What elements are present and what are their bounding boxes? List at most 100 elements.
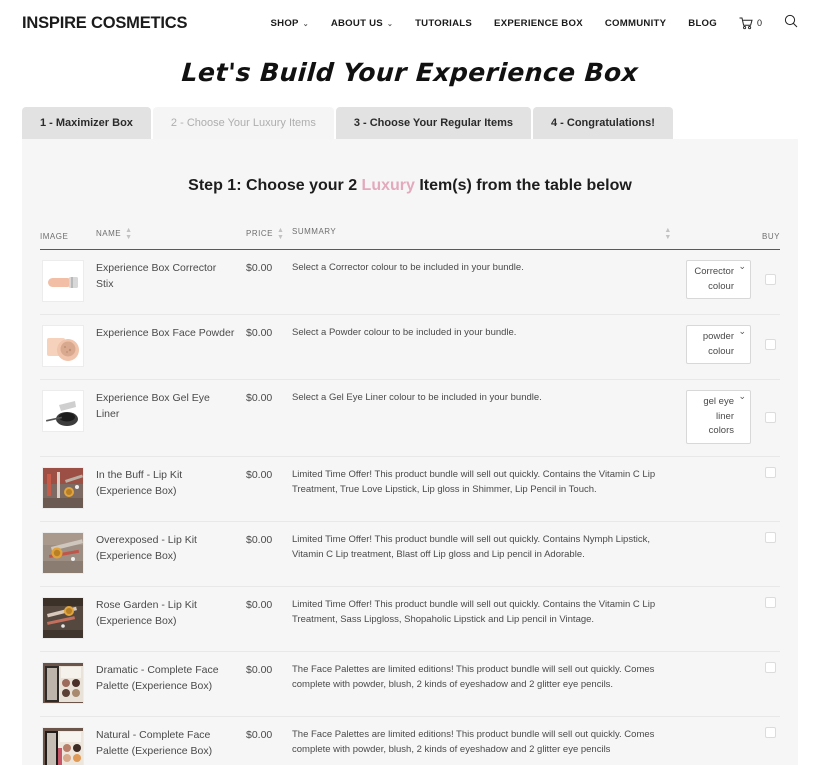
buy-checkbox[interactable] [765, 339, 776, 351]
table-row: Rose Garden - Lip Kit (Experience Box) $0… [40, 587, 780, 652]
nav-item-label: COMMUNITY [604, 17, 667, 29]
buy-checkbox[interactable] [765, 411, 776, 423]
colour-select[interactable]: powder colour [686, 325, 751, 365]
table-row: Experience Box Corrector Stix $0.00 Select… [40, 250, 780, 315]
product-buy-cell: powder colour [686, 315, 780, 380]
buy-checkbox[interactable] [765, 532, 776, 544]
buy-controls: gel eye liner colors [686, 390, 776, 445]
product-name: Rose Garden - Lip Kit (Experience Box) [96, 599, 197, 628]
product-buy-cell [686, 652, 780, 717]
column-header-buy: BUY [686, 227, 780, 250]
step-heading-before: Step 1: Choose your 2 [188, 177, 362, 194]
product-name: Experience Box Gel Eye Liner [96, 392, 210, 421]
product-price: $0.00 [246, 729, 273, 742]
column-header-summary[interactable]: SUMMARY ▲ ▼ [292, 227, 686, 250]
buy-checkbox[interactable] [765, 467, 776, 479]
buy-controls [686, 532, 776, 544]
product-name: Overexposed - Lip Kit (Experience Box) [96, 534, 197, 563]
column-header-name[interactable]: NAME ▲ ▼ [96, 227, 246, 250]
product-summary: Select a Powder colour to be included in… [292, 327, 517, 338]
product-thumbnail [42, 532, 84, 575]
column-header-image: IMAGE [40, 227, 96, 250]
product-price: $0.00 [246, 392, 273, 404]
product-name: Natural - Complete Face Palette (Experie… [96, 729, 213, 758]
product-name: Experience Box Corrector Stix [96, 262, 217, 291]
chevron-down-icon: ⌄ [386, 20, 394, 28]
product-buy-cell: Corrector colour [686, 250, 780, 315]
colour-select[interactable]: gel eye liner colors [686, 390, 751, 445]
wizard-tabs: 1 - Maximizer Box 2 - Choose Your Luxury … [22, 107, 820, 139]
product-thumbnail [42, 390, 84, 432]
column-header-label: SUMMARY [292, 227, 337, 236]
product-summary: Select a Gel Eye Liner colour to be incl… [292, 392, 542, 403]
nav-item-shop[interactable]: SHOP ⌄ [271, 18, 309, 29]
buy-controls: Corrector colour [686, 260, 776, 300]
colour-select-wrapper: gel eye liner colors [686, 390, 751, 445]
nav-item-experience-box[interactable]: EXPERIENCE BOX [494, 18, 583, 29]
product-buy-cell [686, 457, 780, 522]
product-thumbnail [42, 662, 84, 705]
product-thumbnail [42, 597, 84, 640]
colour-select-wrapper: powder colour [686, 325, 751, 365]
tab-step-1[interactable]: 1 - Maximizer Box [22, 107, 151, 139]
product-price: $0.00 [246, 534, 273, 547]
product-name: In the Buff - Lip Kit (Experience Box) [96, 469, 183, 498]
product-thumbnail [42, 260, 84, 302]
product-name: Dramatic - Complete Face Palette (Experi… [96, 664, 219, 693]
product-price: $0.00 [246, 599, 273, 612]
buy-checkbox[interactable] [765, 597, 776, 609]
buy-controls [686, 727, 776, 739]
product-buy-cell [686, 717, 780, 765]
tab-step-3[interactable]: 3 - Choose Your Regular Items [335, 107, 531, 139]
buy-controls [686, 597, 776, 609]
nav-item-community[interactable]: COMMUNITY [605, 18, 666, 29]
product-image-cell [40, 652, 96, 717]
product-buy-cell: gel eye liner colors [686, 380, 780, 457]
nav-item-tutorials[interactable]: TUTORIALS [415, 18, 472, 29]
product-image-cell [40, 522, 96, 587]
products-table: IMAGE NAME ▲ ▼ PRICE ▲ ▼ SUMMARY ▲ ▼ BUY Experienc… [40, 227, 780, 765]
main-nav: SHOP ⌄ ABOUT US ⌄ TUTORIALS EXPERIENCE BOX COM… [271, 14, 799, 33]
tab-step-4[interactable]: 4 - Congratulations! [532, 107, 673, 139]
product-thumbnail [42, 325, 84, 367]
sort-arrows-icon[interactable]: ▲ ▼ [125, 227, 133, 241]
product-price: $0.00 [246, 469, 273, 482]
nav-item-about-us[interactable]: ABOUT US ⌄ [331, 18, 393, 29]
table-row: Natural - Complete Face Palette (Experie… [40, 717, 780, 765]
buy-controls [686, 467, 776, 479]
table-row: Experience Box Gel Eye Liner $0.00 Select … [40, 380, 780, 457]
colour-select[interactable]: Corrector colour [686, 260, 751, 300]
buy-checkbox[interactable] [765, 727, 776, 739]
brand-logo[interactable]: INSPIRE COSMETICS [22, 14, 187, 33]
nav-item-label: SHOP [270, 17, 299, 29]
search-button[interactable] [784, 14, 798, 33]
sort-arrows-icon[interactable]: ▲ ▼ [664, 227, 672, 241]
product-summary: Limited Time Offer! This product bundle … [292, 534, 650, 561]
table-head: IMAGE NAME ▲ ▼ PRICE ▲ ▼ SUMMARY ▲ ▼ BUY [40, 227, 780, 250]
product-image-cell [40, 717, 96, 765]
tab-step-2[interactable]: 2 - Choose Your Luxury Items [152, 107, 334, 139]
buy-controls: powder colour [686, 325, 776, 365]
sort-arrows-icon[interactable]: ▲ ▼ [277, 227, 285, 241]
product-buy-cell [686, 587, 780, 652]
product-summary: The Face Palettes are limited editions! … [292, 664, 655, 691]
product-name: Experience Box Face Powder [96, 327, 235, 339]
buy-checkbox[interactable] [765, 662, 776, 674]
buy-checkbox[interactable] [765, 274, 776, 286]
column-header-label: IMAGE [40, 232, 69, 241]
nav-item-blog[interactable]: BLOG [688, 18, 717, 29]
product-image-cell [40, 457, 96, 522]
page-title: Let's Build Your Experience Box [180, 58, 640, 87]
column-header-price[interactable]: PRICE ▲ ▼ [246, 227, 292, 250]
table-row: Overexposed - Lip Kit (Experience Box) $0… [40, 522, 780, 587]
cart-count: 0 [756, 18, 762, 28]
chevron-down-icon: ⌄ [302, 20, 309, 28]
product-image-cell [40, 587, 96, 652]
step-heading-highlight: Luxury [361, 177, 415, 194]
nav-item-label: BLOG [688, 17, 717, 29]
column-header-label: BUY [762, 232, 780, 241]
product-buy-cell [686, 522, 780, 587]
search-icon [784, 14, 798, 33]
cart-button[interactable]: 0 [739, 17, 762, 30]
table-header-row: IMAGE NAME ▲ ▼ PRICE ▲ ▼ SUMMARY ▲ ▼ BUY [40, 227, 780, 250]
